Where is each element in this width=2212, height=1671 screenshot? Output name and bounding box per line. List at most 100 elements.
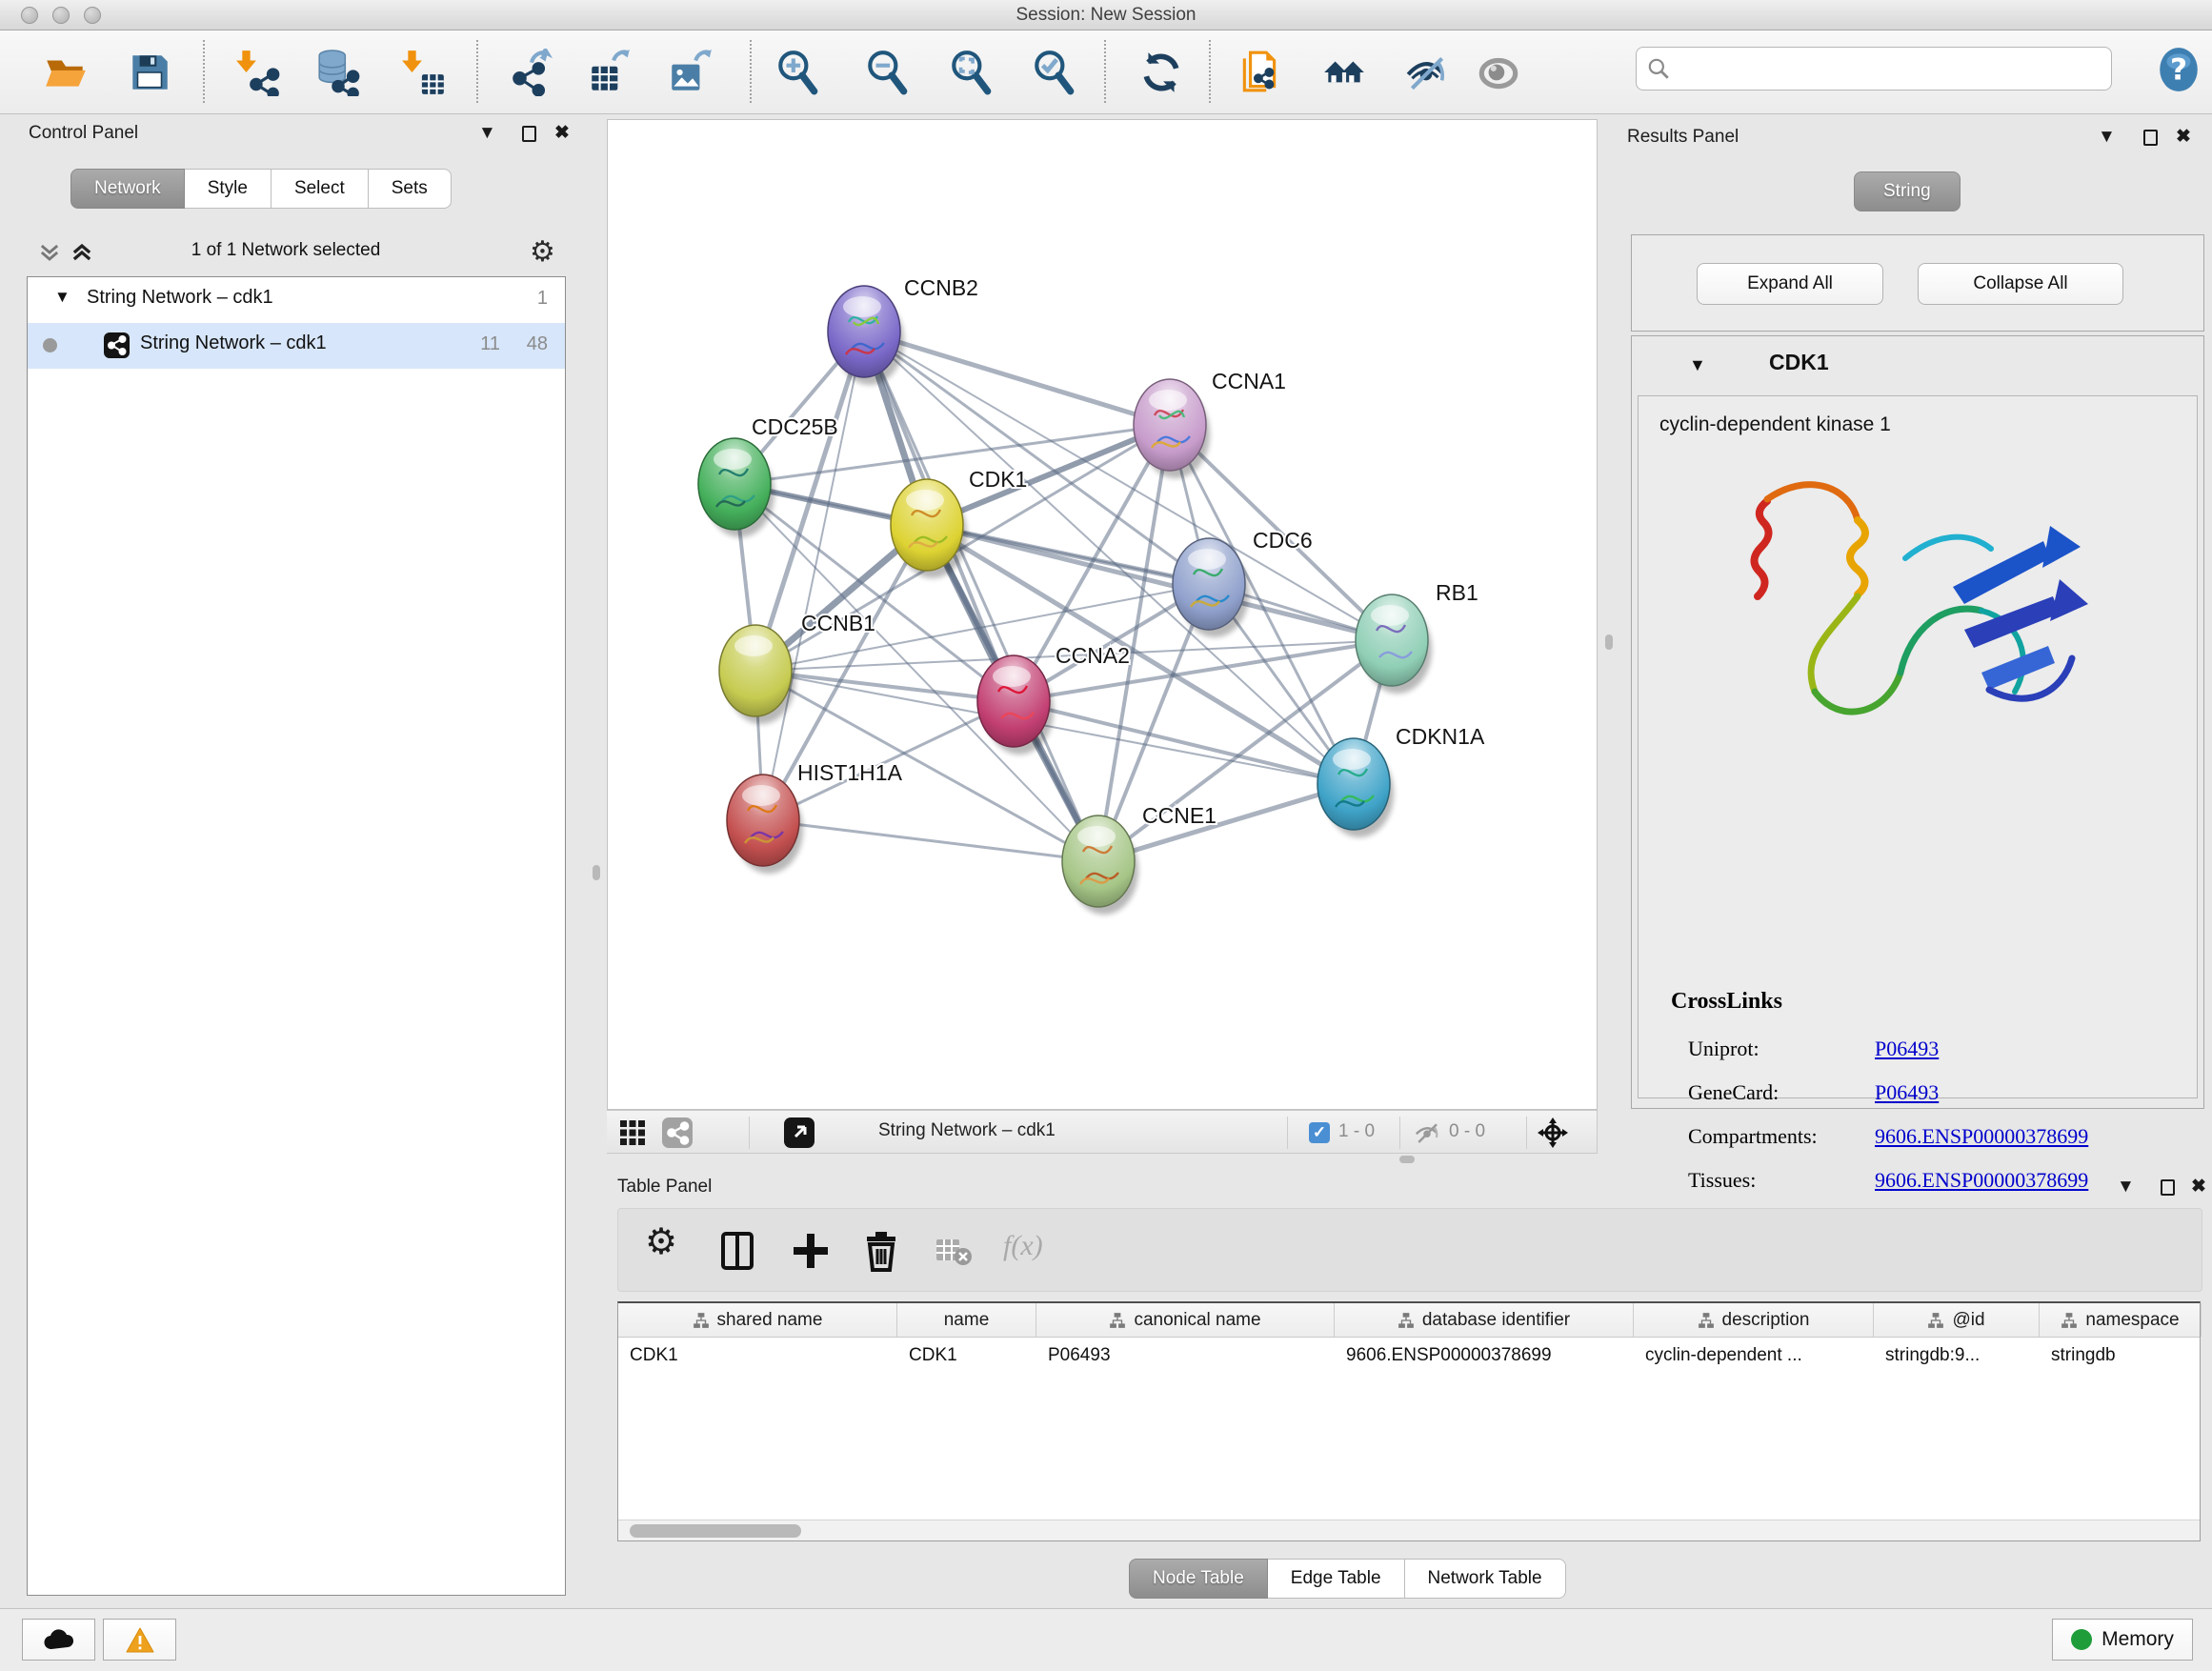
column-header-canonical-name[interactable]: canonical name: [1036, 1303, 1335, 1337]
window-zoom-button[interactable]: [84, 7, 101, 24]
network-edge-CCNB2-CCNA1[interactable]: [864, 332, 1170, 425]
export-network-icon[interactable]: [508, 49, 555, 96]
expand-all-chevron-icon[interactable]: [69, 239, 95, 271]
network-edge-HIST1H1A-CCNE1[interactable]: [763, 820, 1098, 861]
column-header-description[interactable]: description: [1634, 1303, 1874, 1337]
crosslink-value-link[interactable]: 9606.ENSP00000378699: [1875, 1124, 2088, 1149]
show-all-eye-icon[interactable]: [1475, 49, 1522, 96]
network-node-CDKN1A[interactable]: [1317, 738, 1394, 837]
window-close-button[interactable]: [21, 7, 38, 24]
right-splitter-handle[interactable]: [1605, 634, 1613, 650]
crosslink-value-link[interactable]: P06493: [1875, 1080, 1939, 1105]
horizontal-splitter-handle[interactable]: [1399, 1156, 1415, 1163]
table-settings-gear-icon[interactable]: ⚙: [645, 1220, 687, 1262]
hidden-eye-icon[interactable]: [1413, 1118, 1441, 1152]
control-tab-select[interactable]: Select: [271, 169, 369, 209]
table-tab-edge-table[interactable]: Edge Table: [1268, 1559, 1405, 1599]
network-node-CCNA1[interactable]: [1134, 379, 1210, 478]
export-table-icon[interactable]: [586, 49, 633, 96]
selected-checkbox-icon[interactable]: ✓: [1309, 1122, 1330, 1143]
panel-close-icon[interactable]: ✖: [2176, 126, 2191, 148]
column-header-shared-name[interactable]: shared name: [618, 1303, 897, 1337]
column-header-database-identifier[interactable]: database identifier: [1335, 1303, 1634, 1337]
gene-header-row[interactable]: ▼ CDK1: [1632, 336, 2203, 393]
add-column-icon[interactable]: [790, 1230, 832, 1272]
scrollbar-thumb[interactable]: [630, 1524, 801, 1538]
crosslink-value-link[interactable]: P06493: [1875, 1037, 1939, 1061]
zoom-selected-icon[interactable]: [1030, 49, 1077, 96]
table-tab-node-table[interactable]: Node Table: [1129, 1559, 1268, 1599]
new-network-from-selection-icon[interactable]: [1237, 49, 1284, 96]
search-field[interactable]: [1636, 47, 2112, 91]
table-tab-network-table[interactable]: Network Table: [1405, 1559, 1566, 1599]
panel-menu-icon[interactable]: ▼: [2117, 1177, 2135, 1198]
network-node-CCNE1[interactable]: [1062, 815, 1138, 915]
column-header-name[interactable]: name: [897, 1303, 1036, 1337]
collection-expander-icon[interactable]: ▼: [54, 288, 70, 307]
results-tab-string[interactable]: String: [1854, 171, 1961, 211]
left-splitter-handle[interactable]: [593, 865, 600, 880]
zoom-in-icon[interactable]: [774, 49, 821, 96]
column-header-namespace[interactable]: namespace: [2040, 1303, 2202, 1337]
expand-all-button[interactable]: Expand All: [1697, 263, 1883, 305]
table-row[interactable]: CDK1CDK1P064939606.ENSP00000378699cyclin…: [618, 1338, 2200, 1378]
gene-expander-icon[interactable]: ▼: [1689, 355, 1706, 375]
preferred-layout-icon[interactable]: [1320, 49, 1368, 96]
table-horizontal-scrollbar[interactable]: [618, 1520, 2200, 1540]
network-edge-CCNB2-HIST1H1A[interactable]: [763, 332, 864, 820]
network-node-HIST1H1A[interactable]: [727, 775, 803, 874]
birdseye-view-icon[interactable]: [784, 1117, 814, 1148]
refresh-view-icon[interactable]: [1137, 49, 1185, 96]
panel-menu-icon[interactable]: ▼: [2098, 127, 2116, 148]
delete-column-trash-icon[interactable]: [860, 1230, 902, 1272]
search-input[interactable]: [1671, 58, 2101, 80]
network-type-icon: [104, 332, 130, 358]
network-canvas[interactable]: CCNB2CCNA1CDC25BCDK1CDC6RB1CCNB1CCNA2CDK…: [607, 119, 1598, 1110]
cloud-status-button[interactable]: [22, 1619, 95, 1661]
gear-icon[interactable]: ⚙: [530, 235, 555, 269]
function-builder-icon[interactable]: f(x): [1003, 1230, 1045, 1272]
network-edge-CDKN1A-CCNE1[interactable]: [1098, 784, 1354, 861]
export-image-icon[interactable]: [666, 49, 714, 96]
network-graph: CCNB2CCNA1CDC25BCDK1CDC6RB1CCNB1CCNA2CDK…: [608, 120, 1597, 1109]
help-icon[interactable]: ?: [2155, 46, 2202, 93]
control-tab-style[interactable]: Style: [185, 169, 271, 209]
grid-view-icon[interactable]: [619, 1119, 646, 1151]
open-session-icon[interactable]: [42, 49, 90, 96]
network-view-mode-icon[interactable]: [662, 1117, 693, 1148]
network-row[interactable]: String Network – cdk1 11 48: [28, 323, 565, 369]
import-network-database-icon[interactable]: [314, 49, 362, 96]
zoom-fit-content-icon[interactable]: [947, 49, 995, 96]
network-collection-row[interactable]: ▼ String Network – cdk1 1: [28, 277, 565, 323]
hide-selected-eye-icon[interactable]: [1402, 49, 1450, 96]
save-session-icon[interactable]: [126, 49, 173, 96]
import-table-file-icon[interactable]: [400, 49, 448, 96]
network-node-CCNB1[interactable]: [719, 625, 795, 724]
panel-close-icon[interactable]: ✖: [554, 122, 570, 144]
panel-menu-icon[interactable]: ▼: [478, 123, 496, 144]
panel-float-icon[interactable]: [2161, 1179, 2175, 1196]
control-tab-sets[interactable]: Sets: [369, 169, 452, 209]
show-columns-icon[interactable]: [717, 1230, 759, 1272]
panel-float-icon[interactable]: [2143, 130, 2158, 146]
zoom-out-icon[interactable]: [863, 49, 911, 96]
network-node-CDK1[interactable]: [891, 479, 967, 578]
network-node-CCNB2[interactable]: [828, 286, 904, 385]
navigator-crosshair-icon[interactable]: [1537, 1117, 1569, 1154]
warning-status-button[interactable]: [103, 1619, 176, 1661]
panel-float-icon[interactable]: [522, 126, 536, 142]
control-tab-network[interactable]: Network: [70, 169, 185, 209]
network-node-CCNA2[interactable]: [977, 655, 1054, 755]
memory-button[interactable]: Memory: [2052, 1619, 2193, 1661]
panel-close-icon[interactable]: ✖: [2191, 1176, 2206, 1198]
network-edge-CDK1-RB1[interactable]: [927, 525, 1392, 640]
network-node-CDC6[interactable]: [1173, 538, 1249, 637]
column-header--id[interactable]: @id: [1874, 1303, 2040, 1337]
window-minimize-button[interactable]: [52, 7, 70, 24]
import-network-file-icon[interactable]: [234, 49, 282, 96]
delete-table-icon[interactable]: [933, 1230, 975, 1272]
collapse-all-button[interactable]: Collapse All: [1918, 263, 2123, 305]
memory-label: Memory: [2101, 1628, 2174, 1651]
collapse-all-chevron-icon[interactable]: [36, 239, 63, 271]
network-node-RB1[interactable]: [1356, 594, 1432, 694]
